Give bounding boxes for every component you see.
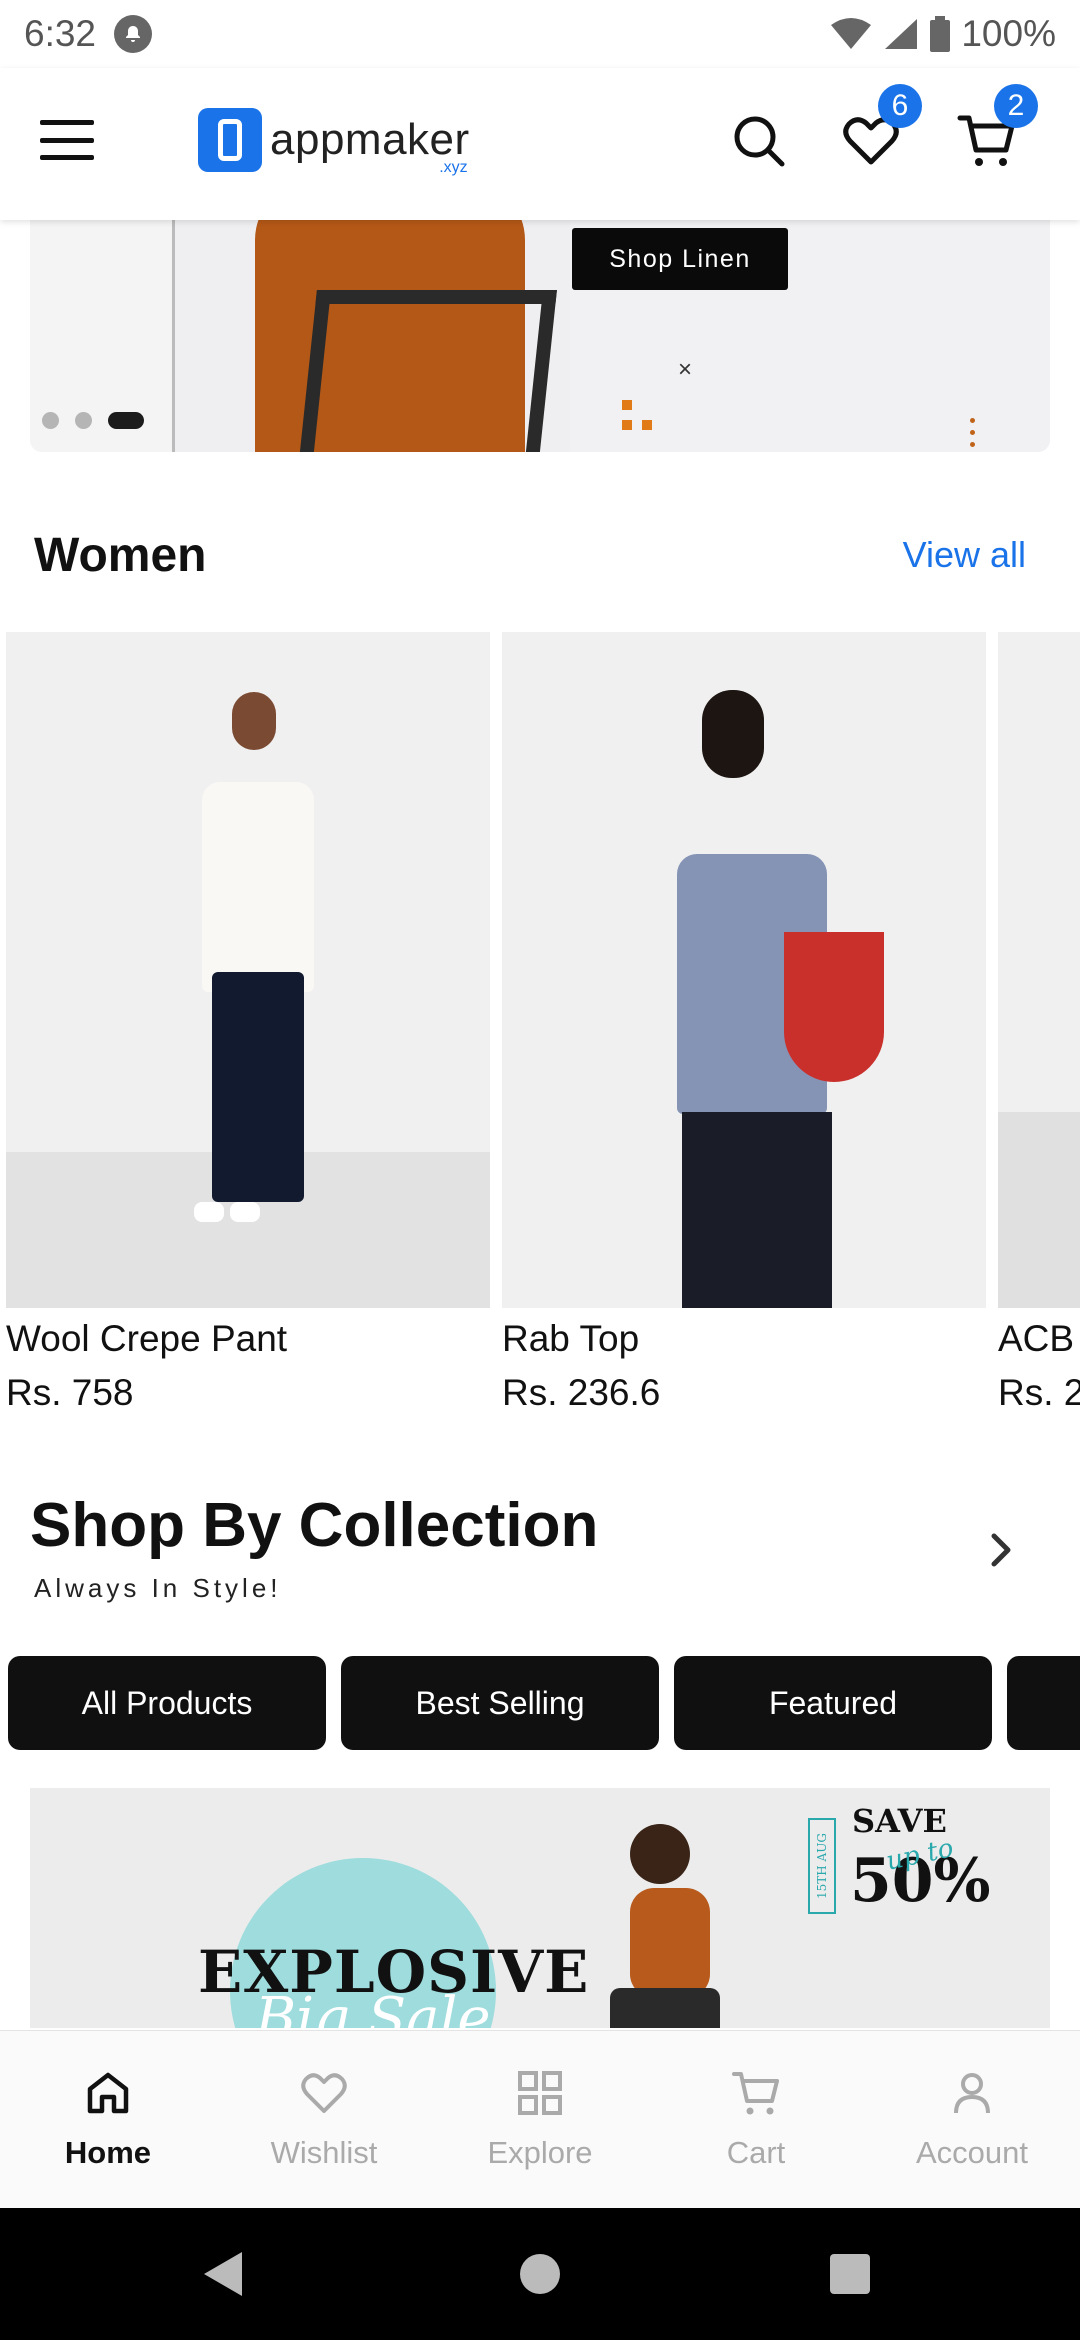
banner-decoration xyxy=(622,420,632,430)
carousel-dot-active[interactable] xyxy=(108,412,144,429)
hero-banner[interactable] xyxy=(30,220,1050,452)
product-name: Wool Crepe Pant xyxy=(6,1318,288,1359)
heart-icon xyxy=(301,2073,347,2113)
collection-chip[interactable]: Best Selling xyxy=(341,1656,659,1750)
sale-banner[interactable]: EXPLOSIVE Big Sale 15TH AUG SAVE 50% up … xyxy=(30,1788,1050,2028)
sale-script-text: Big Sale xyxy=(255,1986,491,2028)
sale-model-image xyxy=(610,1824,720,2028)
nav-item-wishlist[interactable]: Wishlist xyxy=(216,2031,432,2208)
nav-label: Account xyxy=(915,2135,1028,2170)
product-name: ACB xyxy=(998,1318,1075,1359)
section-title-collection: Shop By Collection xyxy=(30,1491,599,1560)
app-screen: 6:32 100% appmaker .xyz 6 2 Shop Linen ×… xyxy=(0,0,1080,2340)
wifi-icon xyxy=(831,18,872,49)
nav-label: Home xyxy=(64,2135,152,2170)
hamburger-menu-icon[interactable] xyxy=(40,120,94,160)
status-bar: 6:32 100% xyxy=(0,0,1080,68)
banner-decoration xyxy=(970,430,975,435)
nav-item-cart[interactable]: Cart xyxy=(648,2031,864,2208)
product-card[interactable]: ACB Rs. 2 xyxy=(998,632,1080,1414)
carousel-dot[interactable] xyxy=(75,412,92,429)
product-card[interactable]: Wool Crepe Pant Rs. 758 xyxy=(6,632,490,1414)
banner-chair-image xyxy=(299,290,557,452)
product-name: Rab Top xyxy=(502,1318,640,1359)
banner-decoration xyxy=(622,400,632,410)
user-icon xyxy=(954,2073,990,2114)
nav-item-account[interactable]: Account xyxy=(864,2031,1080,2208)
view-all-link[interactable]: View all xyxy=(903,534,1026,576)
section-title-women: Women xyxy=(34,529,207,582)
banner-decoration: × xyxy=(678,356,693,383)
cart-button[interactable]: 2 xyxy=(956,84,1038,172)
search-icon[interactable] xyxy=(728,110,790,172)
battery-icon xyxy=(930,16,951,52)
collection-chip[interactable] xyxy=(1007,1656,1080,1750)
product-image[interactable] xyxy=(6,632,490,1308)
product-price: Rs. 2 xyxy=(998,1372,1080,1413)
nav-item-explore[interactable]: Explore xyxy=(432,2031,648,2208)
sale-save-label: SAVE xyxy=(852,1802,947,1840)
chevron-right-icon[interactable] xyxy=(986,1528,1016,1572)
banner-decoration xyxy=(642,420,652,430)
cart-count-badge: 2 xyxy=(994,84,1038,128)
product-image[interactable] xyxy=(502,632,986,1308)
brand-logo[interactable]: appmaker .xyz xyxy=(198,108,470,176)
product-price: Rs. 758 xyxy=(6,1372,134,1413)
back-icon[interactable] xyxy=(204,2252,242,2296)
notification-icon xyxy=(114,15,153,53)
nav-item-home[interactable]: Home xyxy=(0,2031,216,2208)
carousel-dot[interactable] xyxy=(42,412,59,429)
collection-chip[interactable]: Featured xyxy=(674,1656,992,1750)
nav-label: Cart xyxy=(726,2135,786,2170)
cart-icon xyxy=(732,2072,779,2115)
sale-date: 15TH AUG xyxy=(808,1818,836,1914)
nav-label: Explore xyxy=(487,2135,593,2170)
status-indicators: 100% xyxy=(829,13,1056,55)
shop-linen-button[interactable]: Shop Linen xyxy=(572,228,788,290)
product-image[interactable] xyxy=(998,632,1080,1308)
bottom-nav: Home Wishlist Explore Cart Account xyxy=(0,2030,1080,2208)
wishlist-button[interactable]: 6 xyxy=(840,84,922,172)
grid-icon xyxy=(518,2071,562,2115)
product-price: Rs. 236.6 xyxy=(502,1372,661,1413)
nav-label: Wishlist xyxy=(270,2135,378,2170)
banner-decoration xyxy=(970,418,975,423)
logo-phone-icon xyxy=(198,108,262,172)
recents-icon[interactable] xyxy=(830,2254,870,2294)
wishlist-count-badge: 6 xyxy=(878,84,922,128)
product-card[interactable]: Rab Top Rs. 236.6 xyxy=(502,632,986,1414)
logo-subtext: .xyz xyxy=(439,159,468,176)
banner-decoration xyxy=(970,442,975,447)
logo-wordmark: appmaker xyxy=(270,115,470,164)
collection-chip[interactable]: All Products xyxy=(8,1656,326,1750)
status-time: 6:32 xyxy=(24,13,97,54)
app-header: appmaker .xyz 6 2 xyxy=(0,68,1080,220)
system-nav-bar xyxy=(0,2208,1080,2340)
home-circle-icon[interactable] xyxy=(520,2254,560,2294)
section-subtitle-collection: Always In Style! xyxy=(34,1573,282,1603)
battery-percent: 100% xyxy=(961,13,1056,54)
signal-icon xyxy=(885,19,918,49)
carousel-indicator xyxy=(42,412,144,429)
home-icon xyxy=(87,2072,129,2114)
